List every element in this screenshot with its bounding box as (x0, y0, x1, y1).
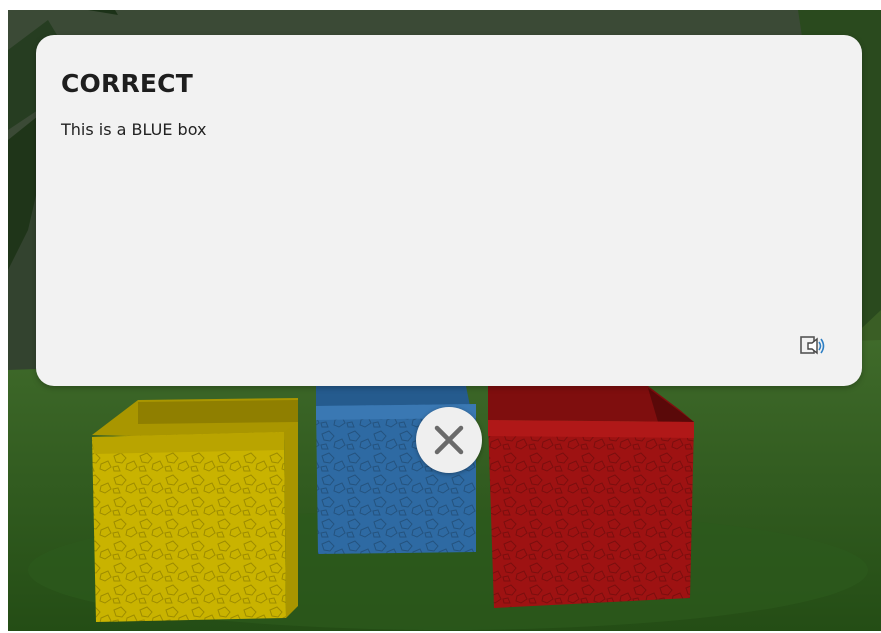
red-box[interactable] (488, 386, 694, 608)
audio-speaker-icon[interactable] (799, 333, 827, 359)
feedback-message: This is a BLUE box (61, 120, 207, 139)
close-x-icon (434, 425, 464, 455)
close-button[interactable] (416, 407, 482, 473)
feedback-title: CORRECT (61, 69, 193, 98)
feedback-dialog: CORRECT This is a BLUE box (36, 35, 862, 386)
yellow-box[interactable] (92, 398, 298, 622)
game-scene: CORRECT This is a BLUE box (8, 10, 881, 631)
